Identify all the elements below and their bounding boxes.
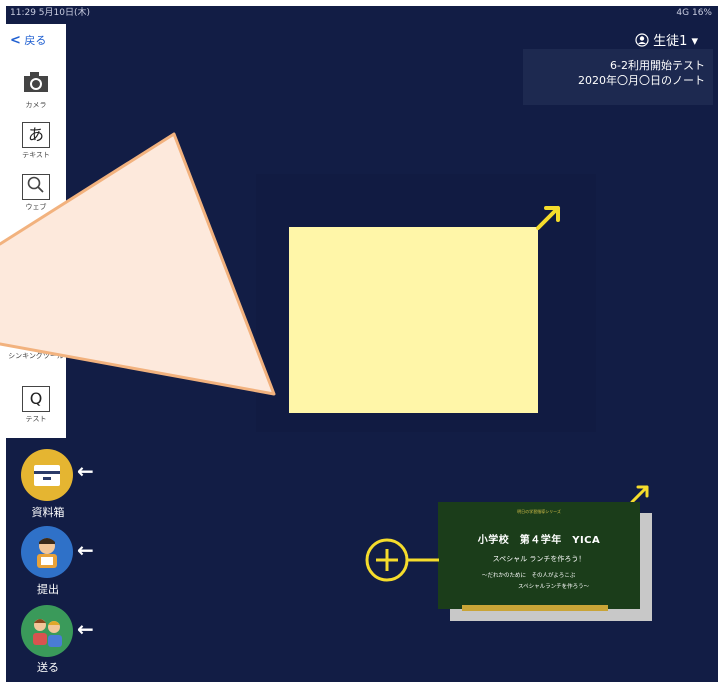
note-info-panel: 6-2利用開始テスト 2020年〇月〇日のノート xyxy=(523,49,713,105)
slide-series: 明日の学習指導シリーズ xyxy=(517,509,561,514)
user-icon xyxy=(635,33,653,49)
submit-label: 提出 xyxy=(37,583,59,596)
user-menu[interactable]: 生徒1 ▾ xyxy=(635,30,698,49)
note-date: 2020年〇月〇日のノート xyxy=(578,74,705,87)
materials-box-button[interactable] xyxy=(21,449,73,501)
user-name: 生徒1 ▾ xyxy=(653,34,698,49)
materials-box-icon xyxy=(34,465,60,486)
note-title: 6-2利用開始テスト xyxy=(610,59,705,72)
materials-arrow-icon: ← xyxy=(77,459,94,483)
submit-button[interactable] xyxy=(21,526,73,578)
test-label: テスト xyxy=(25,415,47,423)
callout-bubble xyxy=(0,132,276,396)
submit-student-icon xyxy=(37,538,57,568)
send-label: 送る xyxy=(37,661,59,674)
slide-title: 小学校 第４学年 YICA xyxy=(477,535,601,546)
slide-line2: スペシャルランチを作ろう〜 xyxy=(518,584,590,590)
slide-line1: 〜だれかのために その人がよろこぶ xyxy=(482,573,576,579)
submit-arrow-icon: ← xyxy=(77,538,94,562)
add-card-button[interactable] xyxy=(363,536,439,584)
slide-progress-bar xyxy=(462,605,608,611)
materials-label: 資料箱 xyxy=(31,506,65,519)
send-arrow-icon: ← xyxy=(77,617,94,641)
slide-card[interactable]: 明日の学習指導シリーズ 小学校 第４学年 YICA スペシャル ランチを作ろう！… xyxy=(438,502,640,609)
send-students-icon xyxy=(33,619,62,647)
sticky-card[interactable] xyxy=(289,227,538,413)
status-signal-battery: 4G 16% xyxy=(676,8,712,18)
slide-subtitle: スペシャル ランチを作ろう！ xyxy=(492,555,586,563)
send-button[interactable] xyxy=(21,605,73,657)
expand-arrow-icon[interactable] xyxy=(534,202,564,232)
